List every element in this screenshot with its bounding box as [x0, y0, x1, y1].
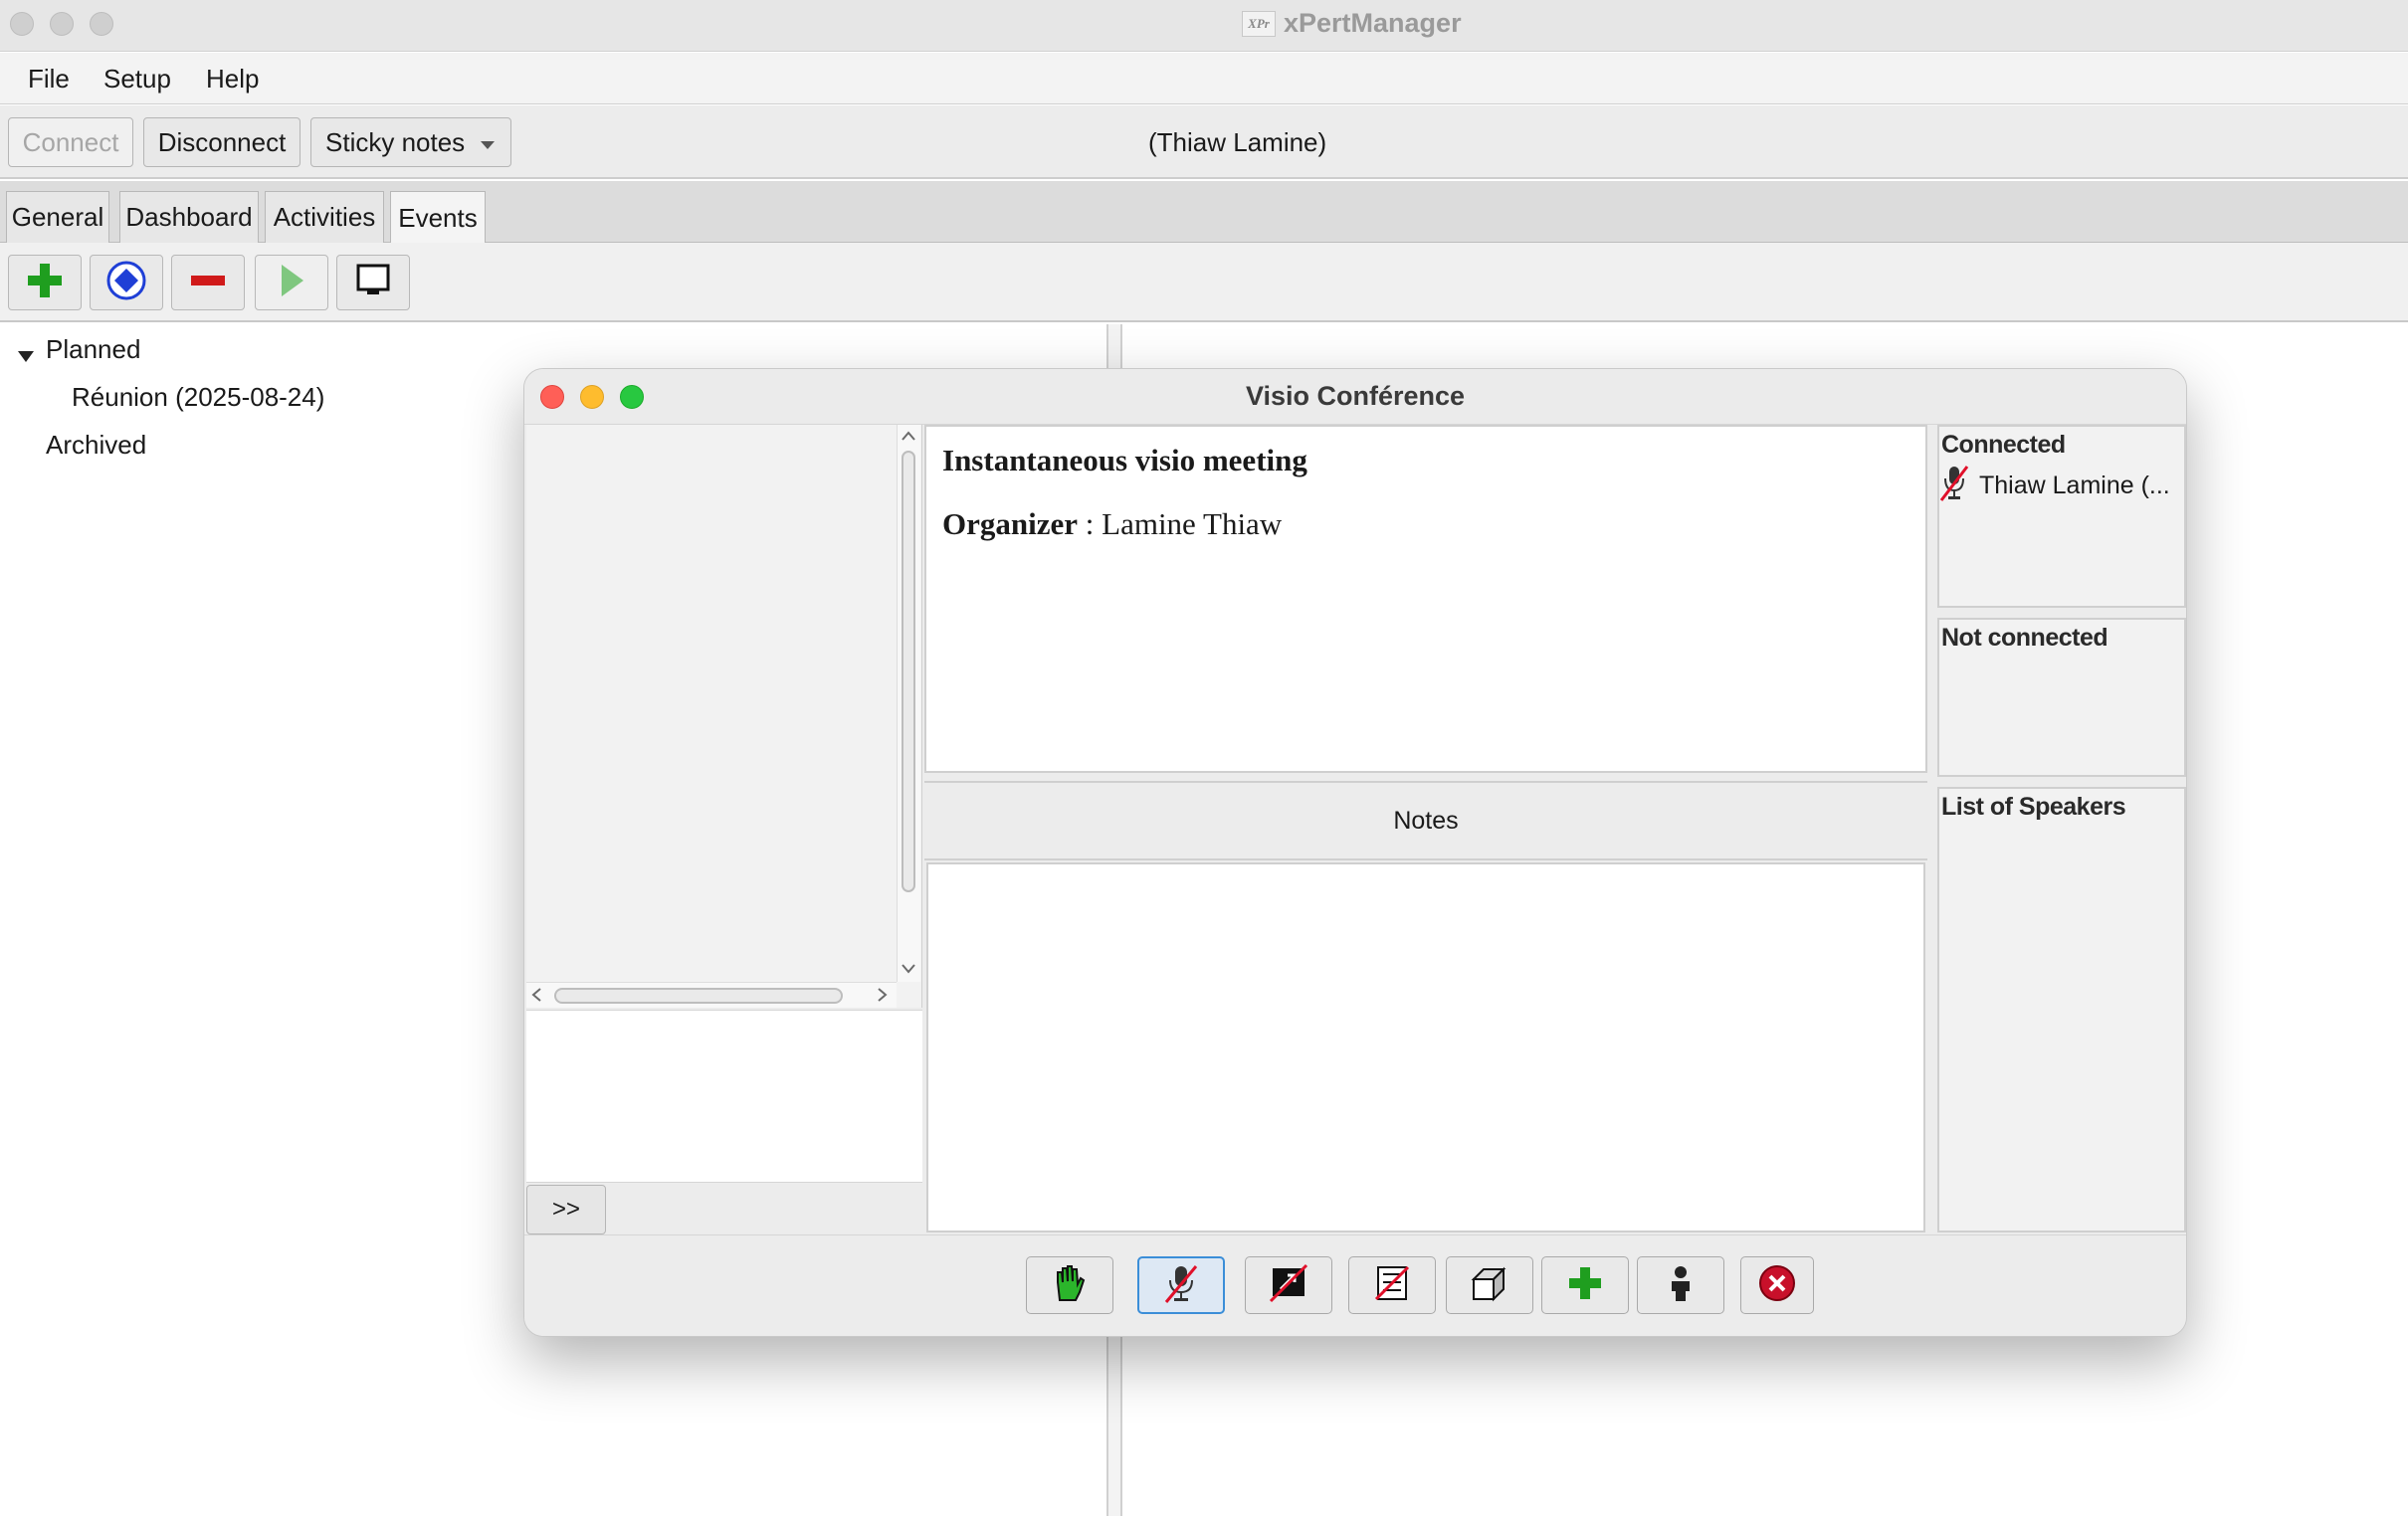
plus-icon: [1566, 1264, 1604, 1307]
dialog-title-bar: Visio Conférence: [524, 369, 2186, 425]
horizontal-scroll-thumb[interactable]: [554, 988, 843, 1004]
person-icon: [1664, 1263, 1698, 1308]
mute-microphone-button[interactable]: [1137, 1256, 1225, 1314]
close-window-button[interactable]: [10, 12, 34, 36]
main-title-bar: XPr xPertManager: [0, 0, 2408, 52]
invite-participant-button[interactable]: [1541, 1256, 1629, 1314]
microphone-muted-icon: [1163, 1262, 1199, 1309]
box-icon: [1470, 1263, 1509, 1308]
self-preview-panel: [526, 1010, 922, 1183]
raised-hand-icon: [1050, 1262, 1090, 1309]
main-tabs: General Dashboard Activities Events: [0, 181, 2408, 244]
whiteboard-button[interactable]: [1348, 1256, 1436, 1314]
monitor-icon: [354, 262, 392, 304]
raise-hand-button[interactable]: [1026, 1256, 1113, 1314]
organizer-line: Organizer : Lamine Thiaw: [942, 506, 1909, 542]
participant-name: Thiaw Lamine (...: [1979, 472, 2170, 499]
display-event-button[interactable]: [336, 255, 410, 310]
menu-bar: File Setup Help: [0, 53, 2408, 104]
connected-section: Connected Thiaw Lamine (...: [1937, 425, 2186, 608]
plus-icon: [25, 261, 65, 305]
tab-events[interactable]: Events: [390, 191, 486, 244]
record-event-button[interactable]: [90, 255, 163, 310]
record-icon: [105, 260, 147, 306]
dialog-title: Visio Conférence: [1245, 381, 1466, 411]
vertical-scrollbar[interactable]: [897, 425, 920, 982]
tab-dashboard[interactable]: Dashboard: [119, 191, 259, 243]
app-logo: XPr: [1242, 10, 1276, 37]
tree-node-meeting[interactable]: Réunion (2025-08-24): [72, 382, 324, 413]
microphone-muted-icon: [1939, 463, 1969, 509]
tab-activities[interactable]: Activities: [265, 191, 384, 243]
organizer-separator: :: [1078, 506, 1103, 541]
notes-textarea[interactable]: [926, 862, 1925, 1232]
minimize-window-button[interactable]: [50, 12, 74, 36]
organizer-label: Organizer: [942, 506, 1079, 541]
current-user-label: (Thiaw Lamine): [1148, 127, 1327, 157]
minus-icon: [188, 261, 228, 305]
collapse-planned-icon[interactable]: [16, 340, 36, 371]
notes-header: Notes: [924, 781, 1927, 860]
scroll-up-icon[interactable]: [901, 427, 916, 445]
scroll-down-icon[interactable]: [901, 960, 916, 978]
video-list-panel[interactable]: [526, 425, 922, 1008]
connection-toolbar: Connect Disconnect Sticky notes (Thiaw L…: [0, 105, 2408, 179]
window-title: XPr xPertManager: [1242, 8, 1462, 39]
participant-info-button[interactable]: [1637, 1256, 1724, 1314]
speakers-section: List of Speakers: [1937, 787, 2186, 1232]
remove-event-button[interactable]: [171, 255, 245, 310]
tree-node-archived[interactable]: Archived: [46, 430, 146, 461]
meeting-info-panel: Instantaneous visio meeting Organizer : …: [924, 425, 1927, 773]
close-circle-icon: [1757, 1263, 1797, 1308]
organizer-name: Lamine Thiaw: [1102, 506, 1283, 541]
share-box-button[interactable]: [1446, 1256, 1533, 1314]
share-screen-button[interactable]: [1245, 1256, 1332, 1314]
visio-conference-dialog: Visio Conférence >> Instantaneous visio …: [523, 368, 2187, 1337]
chevron-down-icon: [479, 127, 497, 158]
not-connected-section: Not connected: [1937, 618, 2186, 777]
scroll-right-icon[interactable]: [877, 987, 889, 1006]
zoom-window-button[interactable]: [90, 12, 113, 36]
leave-conference-button[interactable]: [1740, 1256, 1814, 1314]
tab-general[interactable]: General: [6, 191, 109, 243]
start-event-button[interactable]: [255, 255, 328, 310]
sticky-notes-dropdown[interactable]: Sticky notes: [310, 117, 511, 167]
speakers-title: List of Speakers: [1941, 793, 2126, 821]
events-icon-bar: [0, 243, 2408, 322]
whiteboard-off-icon: [1372, 1263, 1412, 1308]
connected-title: Connected: [1941, 431, 2066, 459]
meeting-title: Instantaneous visio meeting: [942, 443, 1307, 477]
app-title-text: xPertManager: [1284, 8, 1462, 38]
expand-button[interactable]: >>: [526, 1185, 606, 1234]
connect-button[interactable]: Connect: [8, 117, 133, 167]
scroll-left-icon[interactable]: [530, 987, 542, 1006]
play-icon: [276, 263, 307, 303]
menu-setup[interactable]: Setup: [103, 64, 171, 95]
participant-item[interactable]: Thiaw Lamine (...: [1939, 463, 2170, 509]
horizontal-scrollbar[interactable]: [526, 982, 897, 1008]
not-connected-title: Not connected: [1941, 624, 2108, 652]
tree-node-planned[interactable]: Planned: [46, 334, 140, 365]
screen-share-off-icon: [1269, 1263, 1308, 1308]
menu-help[interactable]: Help: [206, 64, 259, 95]
sticky-notes-label: Sticky notes: [325, 126, 466, 157]
vertical-scroll-thumb[interactable]: [902, 451, 915, 892]
disconnect-button[interactable]: Disconnect: [143, 117, 301, 167]
menu-file[interactable]: File: [28, 64, 70, 95]
add-event-button[interactable]: [8, 255, 82, 310]
